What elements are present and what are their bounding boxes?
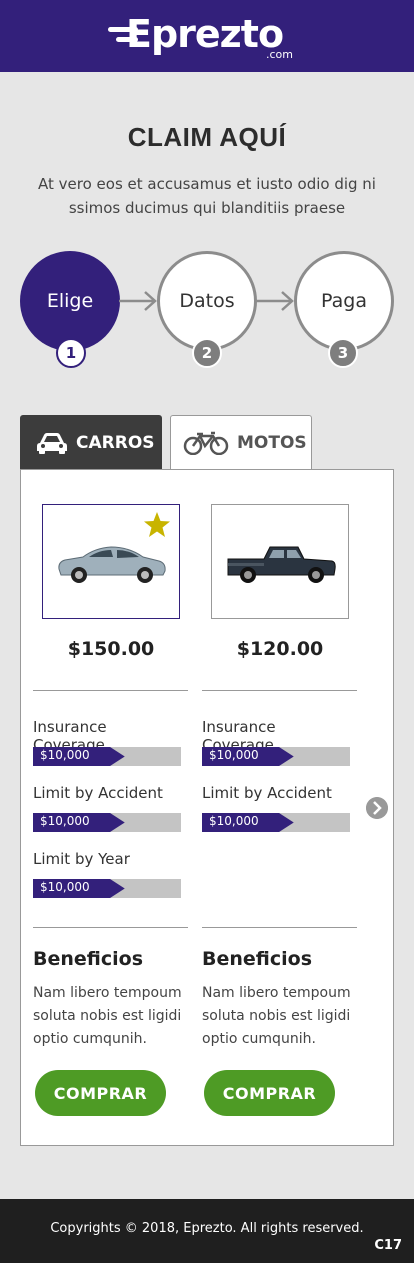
- coverage-label: Limit by Accident: [33, 784, 163, 802]
- page-subtitle: At vero eos et accusamus et iusto odio d…: [38, 175, 376, 217]
- step-label: Datos: [179, 290, 235, 312]
- coverage-value: $10,000: [40, 748, 90, 762]
- sedan-car-image: [58, 546, 166, 583]
- product-price: $120.00: [236, 638, 324, 660]
- logo[interactable]: Eprezto .com: [108, 10, 308, 64]
- step-elige[interactable]: Elige: [20, 251, 120, 351]
- tab-carros[interactable]: CARROS: [20, 415, 162, 470]
- pickup-truck-image: [227, 546, 336, 583]
- step-number: 3: [328, 338, 358, 368]
- benefits-text: Nam libero tempoum soluta nobis est ligi…: [202, 985, 351, 1047]
- step-datos[interactable]: Datos: [157, 251, 257, 351]
- coverage-bar: $10,000: [202, 813, 350, 832]
- bicycle-icon: [183, 431, 229, 455]
- benefits-title: Beneficios: [202, 948, 313, 970]
- page-title: CLAIM AQUÍ: [127, 122, 287, 152]
- divider: [33, 927, 188, 928]
- coverage-bar: $10,000: [202, 747, 350, 766]
- step-number: 1: [56, 338, 86, 368]
- buy-button[interactable]: COMPRAR: [204, 1070, 335, 1116]
- coverage-bar: $10,000: [33, 747, 181, 766]
- buy-button[interactable]: COMPRAR: [35, 1070, 166, 1116]
- page-tag: C17: [374, 1238, 402, 1253]
- product-price: $150.00: [67, 638, 155, 660]
- coverage-value: $10,000: [40, 814, 90, 828]
- car-icon: [37, 432, 67, 454]
- coverage-value: $10,000: [209, 748, 259, 762]
- copyright-text: Copyrights © 2018, Eprezto. All rights r…: [50, 1221, 364, 1236]
- header: Eprezto .com: [0, 0, 414, 72]
- coverage-value: $10,000: [209, 814, 259, 828]
- step-paga[interactable]: Paga: [294, 251, 394, 351]
- benefits-text: Nam libero tempoum soluta nobis est ligi…: [33, 985, 182, 1047]
- tab-motos[interactable]: MOTOS: [170, 415, 312, 470]
- car-image-frame[interactable]: [42, 504, 180, 619]
- step-label: Elige: [46, 290, 94, 312]
- coverage-bar: $10,000: [33, 813, 181, 832]
- tab-label: CARROS: [76, 432, 155, 453]
- divider: [202, 690, 357, 691]
- car-image-frame[interactable]: [211, 504, 349, 619]
- product-panel: $150.00 Insurance Coverage $10,000 Limit…: [20, 469, 394, 1146]
- divider: [202, 927, 357, 928]
- footer: Copyrights © 2018, Eprezto. All rights r…: [0, 1199, 414, 1263]
- coverage-value: $10,000: [40, 880, 90, 894]
- logo-suffix: .com: [266, 48, 293, 61]
- divider: [33, 690, 188, 691]
- coverage-label: Limit by Year: [33, 850, 130, 868]
- tab-label: MOTOS: [237, 433, 307, 453]
- coverage-bar: $10,000: [33, 879, 181, 898]
- arrow-right-icon: [256, 291, 294, 311]
- step-label: Paga: [321, 290, 367, 312]
- arrow-right-icon: [119, 291, 157, 311]
- coverage-label: Limit by Accident: [202, 784, 332, 802]
- chevron-right-icon[interactable]: [366, 797, 388, 819]
- logo-text: Eprezto: [126, 12, 284, 56]
- step-number: 2: [192, 338, 222, 368]
- benefits-title: Beneficios: [33, 948, 144, 970]
